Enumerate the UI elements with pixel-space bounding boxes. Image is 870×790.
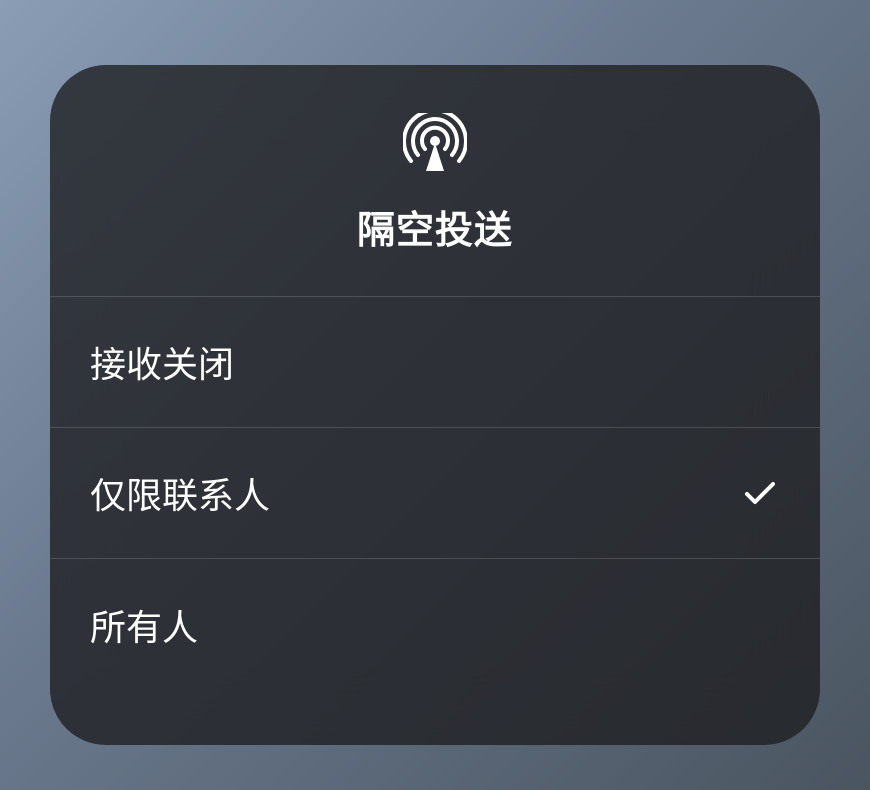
option-label: 所有人 xyxy=(90,599,198,651)
panel-title: 隔空投送 xyxy=(357,199,513,254)
option-everyone[interactable]: 所有人 xyxy=(50,559,820,690)
checkmark-icon xyxy=(740,473,780,513)
airdrop-icon xyxy=(403,113,467,177)
option-receiving-off[interactable]: 接收关闭 xyxy=(50,297,820,428)
options-list: 接收关闭 仅限联系人 所有人 xyxy=(50,297,820,745)
option-label: 仅限联系人 xyxy=(90,467,270,519)
airdrop-settings-panel: 隔空投送 接收关闭 仅限联系人 所有人 xyxy=(50,65,820,745)
option-contacts-only[interactable]: 仅限联系人 xyxy=(50,428,820,559)
option-label: 接收关闭 xyxy=(90,336,234,388)
panel-header: 隔空投送 xyxy=(50,65,820,297)
